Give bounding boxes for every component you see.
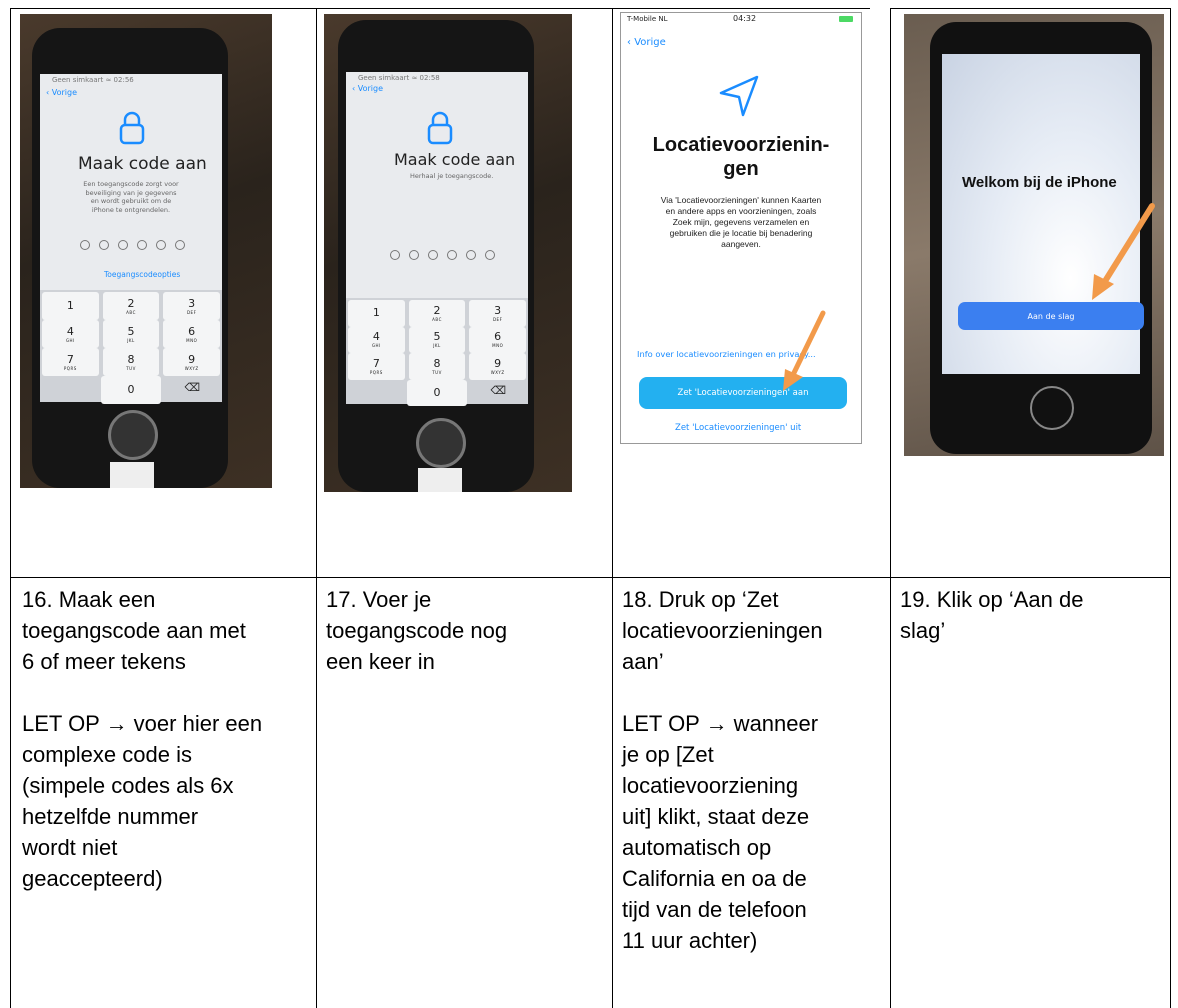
- keypad-key-2[interactable]: 2 ABC: [102, 292, 160, 320]
- table-top-border: [10, 8, 870, 9]
- col-border: [316, 8, 317, 1008]
- start-button[interactable]: Aan de slag: [958, 302, 1144, 330]
- col-border: [10, 8, 11, 1008]
- home-button[interactable]: [1030, 386, 1074, 430]
- keypad-key-9[interactable]: 9 WXYZ: [469, 353, 527, 380]
- keypad-key-9[interactable]: 9 WXYZ: [163, 348, 221, 376]
- cable: [418, 468, 462, 492]
- keypad-key-2[interactable]: 2 ABC: [408, 300, 466, 327]
- keypad-key-4[interactable]: 4 GHI: [348, 326, 405, 353]
- step-16-main: 16. Maak een toegangscode aan met 6 of m…: [22, 587, 246, 674]
- keypad-key-1[interactable]: 1: [42, 292, 99, 320]
- step-18-text: 18. Druk op ‘Zet locatievoorzieningen aa…: [622, 584, 886, 956]
- passcode-dots: [80, 240, 185, 250]
- title-line-2: gen: [723, 158, 759, 180]
- photo-step-16: Geen simkaart ≈ 02:56 ‹ Vorige Maak code…: [20, 14, 272, 488]
- step-18-spacer: [622, 677, 886, 708]
- passcode-options-link[interactable]: Toegangscodeopties: [104, 270, 180, 279]
- photo-step-17: Geen simkaart ≈ 02:58 ‹ Vorige Maak code…: [324, 14, 572, 492]
- keypad-key-5[interactable]: 5 JKL: [102, 320, 160, 348]
- keypad-key-1[interactable]: 1: [348, 300, 405, 327]
- welcome-title: Welkom bij de iPhone: [962, 174, 1117, 191]
- keypad-row: 4 GHI 5 JKL 6 MNO: [346, 325, 528, 353]
- home-button[interactable]: [108, 410, 158, 460]
- keypad-blank: [40, 374, 99, 402]
- col-border: [612, 8, 613, 1008]
- keypad-key-6[interactable]: 6 MNO: [469, 326, 527, 353]
- back-link[interactable]: ‹ Vorige: [627, 37, 666, 48]
- screen-body: Een toegangscode zorgt voor beveiliging …: [83, 180, 179, 214]
- screen-title: Maak code aan: [78, 154, 207, 174]
- location-off-link[interactable]: Zet 'Locatievoorzieningen' uit: [675, 423, 801, 433]
- step-17-text: 17. Voer je toegangscode nog een keer in: [326, 584, 608, 677]
- screen-body: Herhaal je toegangscode.: [410, 172, 494, 180]
- screen-title: Locatievoorzienin- gen: [621, 133, 861, 181]
- status-bar: Geen simkaart ≈ 02:58: [358, 74, 440, 82]
- step-18-main: 18. Druk op ‘Zet locatievoorzieningen aa…: [622, 587, 823, 674]
- keypad-key-7[interactable]: 7 PQRS: [42, 348, 99, 376]
- passcode-dots: [390, 250, 495, 260]
- step-16-spacer: [22, 677, 312, 708]
- col-border: [1170, 8, 1171, 1008]
- time-label: 04:32: [733, 14, 757, 23]
- row-divider: [10, 577, 1170, 578]
- keypad-key-3[interactable]: 3 DEF: [469, 300, 527, 327]
- keypad: 1 2 ABC 3 DEF 4 GHI 5 JKL 6 MNO 7 PQRS 8 TUV 9 WXYZ 0 ⌫: [346, 298, 528, 406]
- pointer-arrow: [783, 310, 826, 391]
- photo-step-19: Welkom bij de iPhone Aan de slag: [904, 14, 1164, 456]
- home-button[interactable]: [416, 418, 466, 468]
- keypad-row: 4 GHI 5 JKL 6 MNO: [40, 318, 222, 348]
- keypad-row: 1 2 ABC 3 DEF: [346, 298, 528, 327]
- lock-icon: [119, 111, 145, 145]
- keypad-key-7[interactable]: 7 PQRS: [348, 353, 405, 380]
- start-button-label: Aan de slag: [1027, 311, 1075, 321]
- carrier-label: T-Mobile NL: [627, 15, 668, 23]
- back-label: Vorige: [634, 37, 666, 48]
- keypad-row: 1 2 ABC 3 DEF: [40, 290, 222, 320]
- keypad-key-0[interactable]: 0: [407, 379, 467, 406]
- lock-icon: [427, 111, 453, 145]
- step-16-note: LET OP → voer hier een complexe code is …: [22, 711, 263, 891]
- keypad-row: 7 PQRS 8 TUV 9 WXYZ: [346, 351, 528, 380]
- back-link[interactable]: ‹ Vorige: [352, 84, 383, 93]
- battery-icon: [839, 16, 853, 22]
- location-arrow-icon: [719, 75, 759, 117]
- screen-title: Maak code aan: [394, 150, 516, 169]
- status-bar: Geen simkaart ≈ 02:56: [52, 76, 134, 84]
- back-link[interactable]: ‹ Vorige: [46, 88, 77, 97]
- pointer-arrow: [1092, 203, 1155, 300]
- keypad-key-6[interactable]: 6 MNO: [163, 320, 221, 348]
- keypad-row: 7 PQRS 8 TUV 9 WXYZ: [40, 346, 222, 376]
- table-top-border-right: [890, 8, 1170, 9]
- keypad: 1 2 ABC 3 DEF 4 GHI 5 JKL 6 MNO 7 PQRS 8 TUV 9 WXYZ 0 ⌫: [40, 290, 222, 404]
- instruction-table: Geen simkaart ≈ 02:56 ‹ Vorige Maak code…: [0, 0, 1178, 1008]
- step-18-note: LET OP → wanneer je op [Zet locatievoorz…: [622, 711, 819, 953]
- keypad-row: 0 ⌫: [40, 374, 222, 404]
- keypad-key-8[interactable]: 8 TUV: [408, 353, 466, 380]
- keypad-row: 0 ⌫: [346, 378, 528, 406]
- title-line-1: Locatievoorzienin-: [652, 134, 830, 156]
- step-19-main: 19. Klik op ‘Aan de slag’: [900, 587, 1084, 643]
- screenshot-step-18: T-Mobile NL 04:32 ‹ Vorige Locatievoorzi…: [620, 12, 862, 444]
- keypad-key-3[interactable]: 3 DEF: [163, 292, 221, 320]
- delete-key-icon[interactable]: ⌫: [163, 374, 222, 402]
- step-16-text: 16. Maak een toegangscode aan met 6 of m…: [22, 584, 312, 894]
- screen-body: Via 'Locatievoorzieningen' kunnen Kaarte…: [660, 195, 822, 249]
- step-19-text: 19. Klik op ‘Aan de slag’: [900, 584, 1166, 646]
- delete-key-icon[interactable]: ⌫: [469, 378, 528, 405]
- keypad-key-5[interactable]: 5 JKL: [408, 326, 466, 353]
- step-17-main: 17. Voer je toegangscode nog een keer in: [326, 587, 508, 674]
- keypad-key-8[interactable]: 8 TUV: [102, 348, 160, 376]
- keypad-key-4[interactable]: 4 GHI: [42, 320, 99, 348]
- keypad-key-0[interactable]: 0: [101, 376, 161, 404]
- cable: [110, 462, 154, 488]
- col-border: [890, 8, 891, 1008]
- keypad-blank: [346, 378, 405, 405]
